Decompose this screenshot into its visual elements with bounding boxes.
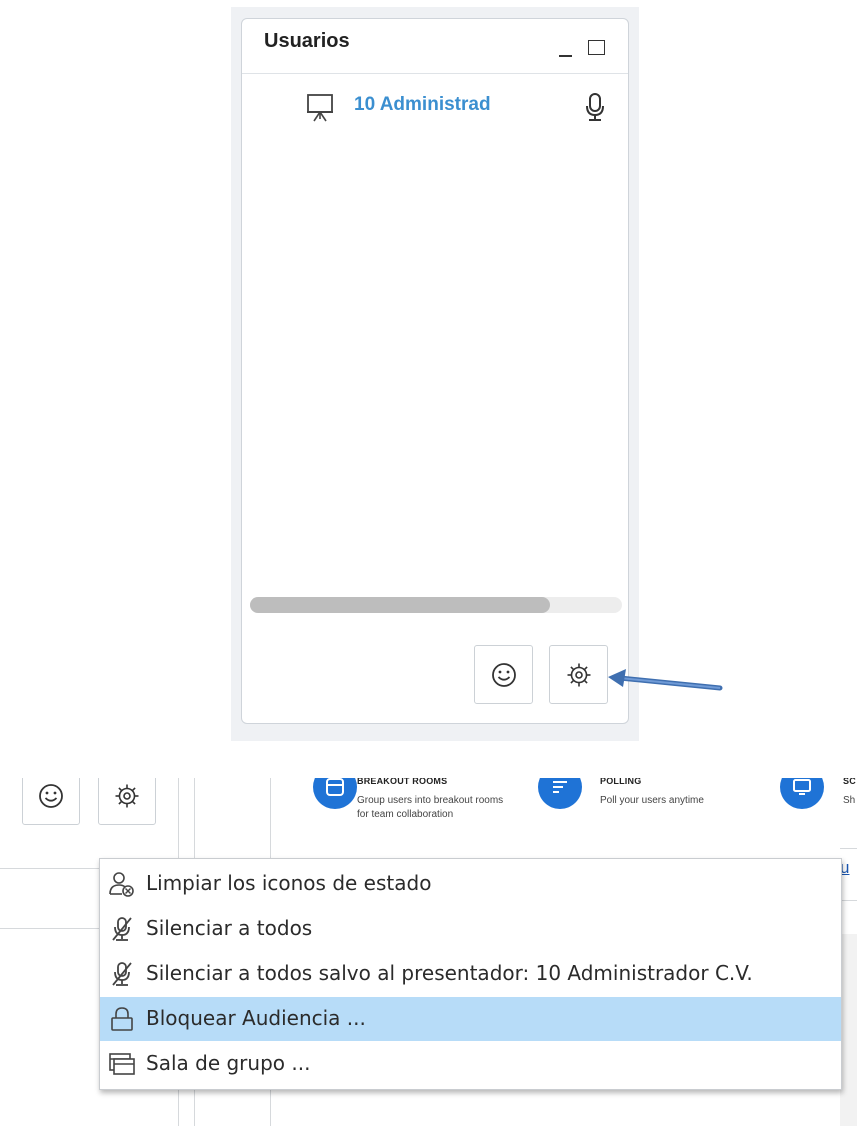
menu-item-label: Silenciar a todos — [146, 916, 313, 940]
settings-button[interactable] — [98, 778, 156, 825]
feature-title: POLLING — [600, 778, 642, 786]
smiley-icon — [39, 784, 63, 808]
mute-mic-icon — [112, 962, 132, 986]
settings-dropdown-menu: Limpiar los iconos de estado Silenciar a… — [99, 858, 842, 1090]
polling-icon — [538, 778, 582, 809]
menu-item-mute-all[interactable]: Silenciar a todos — [100, 907, 841, 951]
menu-item-clear-status[interactable]: Limpiar los iconos de estado — [100, 862, 841, 906]
emoji-status-button[interactable] — [474, 645, 533, 704]
user-name[interactable]: 10 Administrad — [354, 94, 491, 116]
panel-header: Usuarios — [242, 19, 628, 74]
panel-title: Usuarios — [264, 30, 350, 52]
menu-item-mute-all-except-presenter[interactable]: Silenciar a todos salvo al presentador: … — [100, 952, 841, 996]
feature-description: Sh — [843, 795, 856, 806]
feature-title: BREAKOUT ROOMS — [357, 778, 448, 786]
presenter-icon — [307, 94, 333, 122]
settings-menu-screenshot: BREAKOUT ROOMS Group users into breakout… — [0, 778, 857, 1126]
breakout-rooms-icon — [313, 778, 357, 809]
feature-title: SC — [843, 778, 856, 786]
users-panel: Usuarios 10 Administrad — [241, 18, 629, 724]
user-list-item[interactable]: 10 Administrad — [242, 89, 628, 125]
menu-item-label: Limpiar los iconos de estado — [146, 871, 432, 895]
menu-item-lock-audience[interactable]: Bloquear Audiencia ... — [100, 997, 841, 1041]
emoji-status-button[interactable] — [22, 778, 80, 825]
clear-status-icon — [109, 872, 134, 897]
scrollbar-thumb[interactable] — [250, 597, 550, 613]
maximize-button[interactable] — [585, 35, 609, 59]
background-panel — [840, 934, 857, 1126]
menu-item-breakout-room[interactable]: Sala de grupo ... — [100, 1042, 841, 1086]
lock-icon — [111, 1007, 133, 1031]
screen-share-icon — [780, 778, 824, 809]
callout-arrow-icon — [608, 669, 723, 691]
divider — [840, 900, 857, 901]
gear-icon — [115, 784, 139, 808]
menu-item-label: Bloquear Audiencia ... — [146, 1006, 366, 1030]
divider — [0, 928, 100, 929]
divider — [840, 848, 857, 849]
breakout-room-icon — [109, 1053, 135, 1075]
gear-icon — [567, 663, 591, 687]
menu-item-label: Sala de grupo ... — [146, 1051, 311, 1075]
feature-description: Group users into breakout rooms for team… — [357, 795, 504, 820]
settings-button[interactable] — [549, 645, 608, 704]
menu-item-label: Silenciar a todos salvo al presentador: … — [146, 961, 753, 985]
microphone-icon[interactable] — [584, 92, 606, 122]
horizontal-scrollbar[interactable] — [250, 597, 622, 613]
feature-description: Poll your users anytime — [600, 795, 704, 806]
minimize-button[interactable] — [555, 41, 579, 61]
smiley-icon — [492, 663, 516, 687]
mute-mic-icon — [112, 917, 132, 941]
